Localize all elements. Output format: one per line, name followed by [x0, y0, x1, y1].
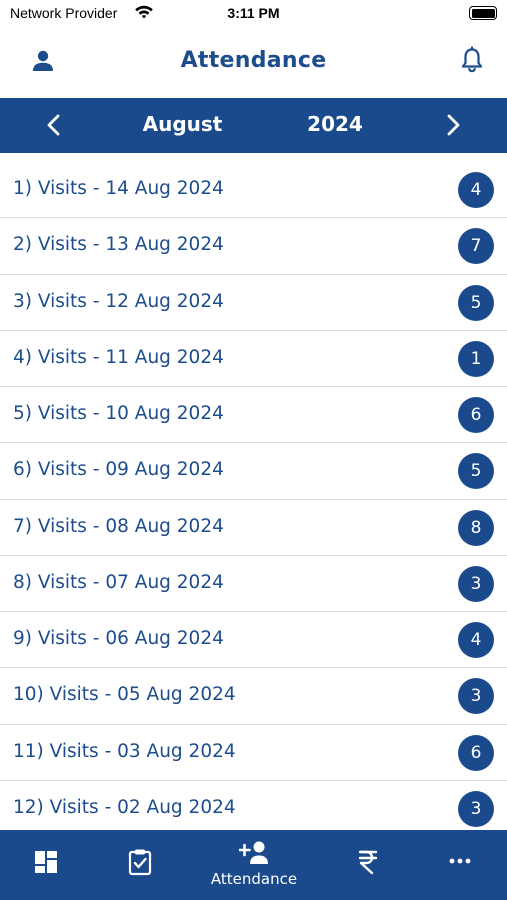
app-header: Attendance [0, 28, 507, 98]
rupee-icon [358, 850, 378, 875]
month-selector: August 2024 [0, 98, 507, 153]
dashboard-icon [35, 851, 57, 873]
list-item[interactable]: 6) Visits - 09 Aug 2024 5 [0, 443, 507, 500]
list-item[interactable]: 9) Visits - 06 Aug 2024 4 [0, 612, 507, 669]
visit-label: 9) Visits - 06 Aug 2024 [13, 628, 224, 649]
visit-count-badge: 5 [458, 284, 494, 321]
visit-label: 7) Visits - 08 Aug 2024 [13, 515, 224, 537]
year-label: 2024 [307, 112, 363, 136]
list-item[interactable]: 2) Visits - 13 Aug 2024 7 [0, 218, 507, 275]
visit-label: 5) Visits - 10 Aug 2024 [13, 403, 224, 424]
visit-count-badge: 3 [458, 565, 494, 602]
visit-label: 11) Visits - 03 Aug 2024 [13, 740, 236, 762]
list-item[interactable]: 3) Visits - 12 Aug 2024 5 [0, 275, 507, 331]
tab-attendance-label: Attendance [210, 870, 298, 888]
battery-icon [469, 6, 497, 20]
clipboard-check-icon [128, 849, 152, 876]
visit-count-badge: 3 [458, 790, 494, 827]
visit-label: 4) Visits - 11 Aug 2024 [13, 346, 224, 368]
list-item[interactable]: 8) Visits - 07 Aug 2024 3 [0, 556, 507, 612]
list-item[interactable]: 4) Visits - 11 Aug 2024 1 [0, 331, 507, 387]
chevron-right-icon[interactable] [439, 111, 467, 139]
visit-label: 3) Visits - 12 Aug 2024 [13, 290, 224, 312]
page-title: Attendance [180, 48, 327, 73]
status-time: 3:11 PM [227, 5, 280, 21]
visit-count-badge: 3 [458, 678, 494, 715]
tab-dashboard[interactable] [0, 830, 92, 900]
list-item[interactable]: 10) Visits - 05 Aug 2024 3 [0, 668, 507, 725]
tab-tasks[interactable] [92, 830, 188, 900]
visit-count-badge: 1 [458, 340, 494, 377]
tab-payments[interactable] [320, 830, 416, 900]
visit-count-badge: 6 [458, 734, 494, 771]
visit-label: 8) Visits - 07 Aug 2024 [13, 571, 224, 593]
visit-label: 12) Visits - 02 Aug 2024 [13, 796, 236, 818]
tab-more[interactable] [416, 830, 507, 900]
more-icon [449, 858, 471, 864]
visit-label: 6) Visits - 09 Aug 2024 [13, 459, 224, 481]
list-item[interactable]: 12) Visits - 02 Aug 2024 3 [0, 781, 507, 830]
visit-label: 1) Visits - 14 Aug 2024 [13, 178, 224, 199]
month-label: August [142, 112, 223, 136]
list-item[interactable]: 1) Visits - 14 Aug 2024 4 [0, 162, 507, 219]
bell-icon[interactable] [457, 45, 487, 75]
list-item[interactable]: 11) Visits - 03 Aug 2024 6 [0, 725, 507, 781]
visit-count-badge: 4 [458, 622, 494, 658]
visit-count-badge: 5 [458, 453, 494, 490]
person-add-icon [239, 841, 268, 864]
tab-bar: Attendance [0, 830, 507, 900]
chevron-left-icon[interactable] [40, 111, 68, 139]
visit-count-badge: 6 [458, 397, 494, 433]
tab-attendance[interactable]: Attendance [188, 830, 320, 900]
status-bar: Network Provider 3:11 PM [0, 0, 507, 28]
visit-list: 1) Visits - 14 Aug 2024 4 2) Visits - 13 … [0, 162, 507, 830]
visit-label: 2) Visits - 13 Aug 2024 [13, 234, 224, 256]
visit-label: 10) Visits - 05 Aug 2024 [13, 684, 236, 706]
list-item[interactable]: 5) Visits - 10 Aug 2024 6 [0, 387, 507, 444]
visit-count-badge: 4 [458, 172, 494, 208]
visit-count-badge: 8 [458, 509, 494, 546]
visit-count-badge: 7 [458, 228, 494, 265]
list-item[interactable]: 7) Visits - 08 Aug 2024 8 [0, 500, 507, 556]
